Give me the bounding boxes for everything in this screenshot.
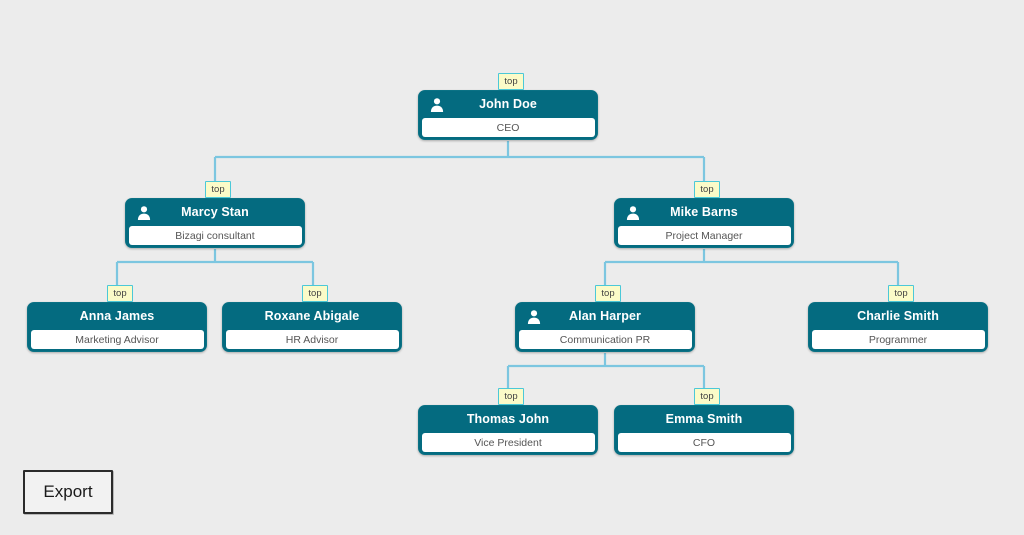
top-badge[interactable]: top [595, 285, 621, 302]
top-badge[interactable]: top [694, 181, 720, 198]
node-name: John Doe [479, 97, 537, 112]
node-role: HR Advisor [225, 330, 399, 349]
node-name: Roxane Abigale [264, 309, 360, 324]
node-role: Marketing Advisor [30, 330, 204, 349]
person-icon [626, 205, 640, 220]
node-header: Mike Barns [615, 199, 793, 226]
node-name: Anna James [79, 309, 155, 324]
node-header: Emma Smith [615, 406, 793, 433]
node-name: Charlie Smith [857, 309, 939, 324]
org-node-thomas-john[interactable]: top Thomas John Vice President [418, 388, 598, 455]
org-node-alan-harper[interactable]: top Alan Harper Communication PR [515, 285, 695, 352]
node-name: Thomas John [466, 412, 550, 427]
node-header: John Doe [419, 91, 597, 118]
top-badge[interactable]: top [694, 388, 720, 405]
node-role: Programmer [811, 330, 985, 349]
org-node-john-doe[interactable]: top John Doe CEO [418, 73, 598, 140]
org-node-charlie-smith[interactable]: top Charlie Smith Programmer [808, 285, 988, 352]
node-role: Bizagi consultant [128, 226, 302, 245]
org-node-mike-barns[interactable]: top Mike Barns Project Manager [614, 181, 794, 248]
node-header: Charlie Smith [809, 303, 987, 330]
top-badge[interactable]: top [107, 285, 133, 302]
node-header: Roxane Abigale [223, 303, 401, 330]
node-header: Anna James [28, 303, 206, 330]
node-role: Communication PR [518, 330, 692, 349]
node-name: Mike Barns [670, 205, 738, 220]
top-badge[interactable]: top [302, 285, 328, 302]
top-badge[interactable]: top [498, 388, 524, 405]
node-header: Alan Harper [516, 303, 694, 330]
node-name: Alan Harper [569, 309, 641, 324]
node-name: Marcy Stan [181, 205, 249, 220]
top-badge[interactable]: top [498, 73, 524, 90]
person-icon [527, 309, 541, 324]
org-chart-canvas: top John Doe CEO top Marcy Stan Bizagi c… [0, 0, 1024, 535]
org-node-roxane-abigale[interactable]: top Roxane Abigale HR Advisor [222, 285, 402, 352]
person-icon [137, 205, 151, 220]
org-node-marcy-stan[interactable]: top Marcy Stan Bizagi consultant [125, 181, 305, 248]
top-badge[interactable]: top [888, 285, 914, 302]
node-role: Vice President [421, 433, 595, 452]
node-role: Project Manager [617, 226, 791, 245]
node-header: Marcy Stan [126, 199, 304, 226]
node-name: Emma Smith [665, 412, 743, 427]
top-badge[interactable]: top [205, 181, 231, 198]
org-node-anna-james[interactable]: top Anna James Marketing Advisor [27, 285, 207, 352]
org-node-emma-smith[interactable]: top Emma Smith CFO [614, 388, 794, 455]
node-role: CFO [617, 433, 791, 452]
export-button[interactable]: Export [23, 470, 113, 514]
node-header: Thomas John [419, 406, 597, 433]
person-icon [430, 97, 444, 112]
node-role: CEO [421, 118, 595, 137]
